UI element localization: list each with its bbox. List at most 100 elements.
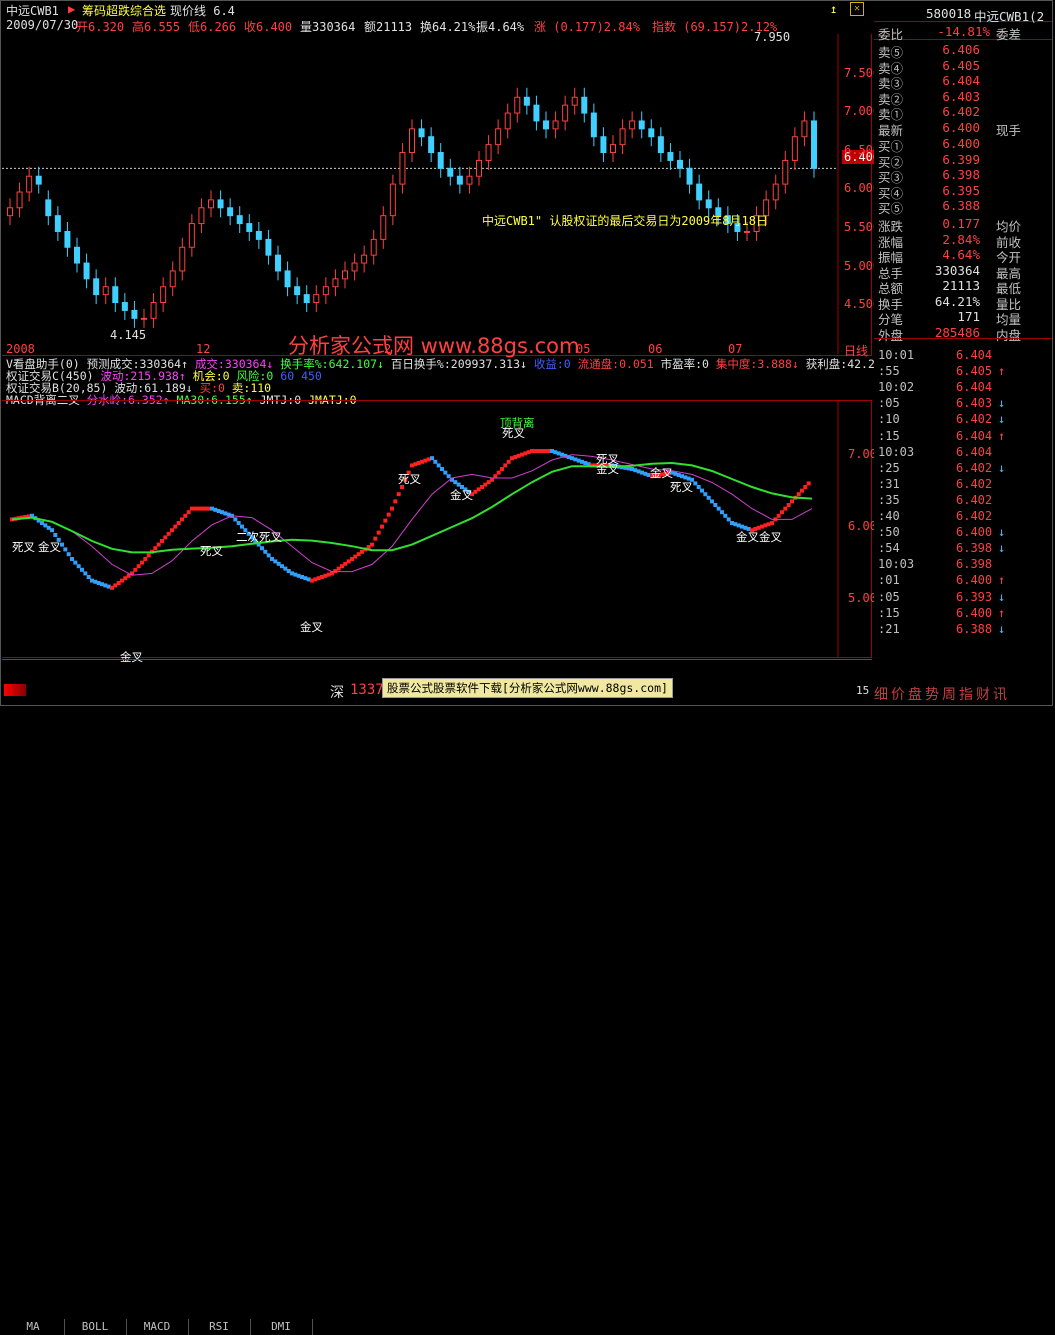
indicator-bar-row[interactable]: V看盘助手(0) 预测成交:330364↑ 成交:330364↓ 换手率%:64… [6, 356, 882, 371]
quote-value: 171 [957, 309, 980, 324]
tab-rsi[interactable]: RSI [188, 1319, 251, 1335]
tick-price: 6.402 [956, 412, 993, 427]
tick-arrow: ↓ [998, 589, 1006, 604]
candle-body [351, 262, 358, 272]
candle-body [217, 199, 224, 209]
x-tick: 2 [384, 342, 392, 356]
candle-body [610, 144, 616, 154]
main-chart-panel[interactable]: 中远CWB1" 认股权证的最后交易日为2009年8月18日 7.950 4.14… [2, 30, 883, 358]
candle-body [121, 302, 128, 311]
candle-body [485, 144, 492, 161]
dot-point [796, 492, 801, 497]
tick-price: 6.400 [956, 525, 993, 540]
tab-boll[interactable]: BOLL [64, 1319, 127, 1335]
tick-time: 10:03 [878, 444, 915, 459]
quote-value: 6.388 [942, 198, 980, 213]
dot-point [183, 513, 188, 518]
tick-row: 10:03 6.398 [874, 557, 1052, 573]
dot-point [396, 492, 401, 497]
tick-row: 10:01 6.404 [874, 348, 1052, 364]
tab-macd[interactable]: MACD [126, 1319, 189, 1335]
candle-body [342, 270, 348, 280]
dot-point [383, 518, 388, 523]
candle-body [772, 183, 779, 201]
tick-time: 10:03 [878, 557, 915, 572]
tick-row: 10:02 6.404 [874, 380, 1052, 396]
signal-label: 二次死叉 [236, 530, 282, 544]
tick-time: 10:02 [878, 380, 915, 395]
candle-body [7, 207, 13, 217]
signal-label: 金叉金叉 [736, 530, 782, 544]
quote-panel-tabs[interactable]: 细价盘势周指财讯 [874, 684, 1052, 703]
weicha-label: 委差 [996, 27, 1022, 42]
close-icon[interactable]: ✕ [850, 2, 864, 16]
candle-body [705, 199, 712, 209]
tab-dmi[interactable]: DMI [250, 1319, 313, 1335]
ad-banner[interactable]: 股票公式股票软件下载[分析家公式网www.88gs.com] [382, 678, 673, 698]
candle-body [590, 112, 597, 138]
dot-point [233, 517, 238, 522]
candle-body [275, 254, 281, 272]
pin-icon[interactable]: ↥ [830, 2, 837, 16]
indicator-value: 收益:0 [533, 357, 578, 371]
indicator-value: 60 [280, 369, 302, 383]
info-date: 2009/07/30 [6, 18, 79, 32]
indicator-value: 流通盘:0.051 [577, 357, 661, 371]
tick-row: :15 6.404 ↑ [874, 429, 1052, 445]
quote-row: 卖① 6.402 [874, 104, 1052, 122]
dot-point [173, 524, 178, 529]
signal-label: 金叉 [450, 488, 473, 502]
divider [874, 338, 1052, 339]
quote-row: 最新 6.400 现手 [874, 120, 1052, 138]
dot-point [370, 542, 374, 547]
info-low: 低6.266 [188, 20, 237, 34]
quote-row: 买③ 6.398 [874, 167, 1052, 185]
lower-indicator-panel[interactable]: 7.00 6.00 5.00 顶背离 死叉 金叉 死叉 死叉 金叉 金叉 二次死叉 死叉 金叉 金叉… [2, 400, 877, 664]
formula-name[interactable]: 筹码超跌综合选 [82, 2, 166, 19]
candle-body [437, 152, 444, 169]
candle-body [303, 294, 310, 304]
tick-time: :35 [878, 492, 900, 507]
dot-point [373, 536, 378, 541]
dot-point [696, 485, 701, 489]
candle-body [255, 230, 262, 240]
indicator-value: 450 [301, 369, 322, 383]
tick-arrow: ↑ [998, 573, 1006, 588]
dot-point [500, 467, 504, 471]
dot-point [446, 474, 451, 479]
quote-row: 卖④ 6.405 [874, 58, 1052, 76]
candle-body [332, 278, 339, 288]
dot-point [63, 547, 68, 552]
dot-point [706, 495, 711, 500]
info-open: 开6.320 [76, 20, 125, 34]
dot-point [76, 564, 81, 569]
dot-point [146, 553, 151, 558]
dot-point [66, 552, 71, 557]
indicator-bar-row[interactable]: 权证交易B(20,85) 波动:61.189↓ 买:0 卖:110 [6, 380, 271, 395]
candle-body [64, 230, 71, 248]
play-marker-icon[interactable]: ▶ [68, 2, 75, 16]
candle-body [179, 246, 186, 272]
symbol-name: 中远CWB1 [6, 4, 59, 18]
tab-ma[interactable]: MA [2, 1319, 65, 1335]
info-turnover: 换64.21% [420, 20, 476, 34]
candle-body [284, 270, 291, 288]
info-close: 收6.400 [244, 20, 293, 34]
signal-label: 金叉 [596, 462, 619, 476]
dot-point [263, 549, 268, 554]
quote-extra: 内盘 [996, 327, 1022, 343]
candle-body [236, 215, 243, 225]
tick-row: :15 6.400 ↑ [874, 606, 1052, 622]
tick-row: :05 6.403 ↓ [874, 396, 1052, 412]
quote-value: 6.400 [942, 120, 980, 135]
low-y-tick: 6.00 [848, 519, 877, 533]
indicator-bar-row[interactable]: 权证交易C(450) 波动:215.938↑ 机会:0 风险:0 60 450 [6, 368, 322, 383]
dot-point [266, 553, 271, 558]
signal-label: 死叉 [670, 480, 693, 494]
dot-point [443, 470, 448, 475]
title-bar: 中远CWB1 ▶ 筹码超跌综合选 现价线 6.4 ↥ ✕ [2, 2, 872, 18]
signal-label: 金叉 [38, 540, 61, 554]
tick-price: 6.388 [956, 621, 993, 636]
candlestick-chart[interactable] [2, 34, 870, 354]
tick-time: :05 [878, 589, 900, 604]
